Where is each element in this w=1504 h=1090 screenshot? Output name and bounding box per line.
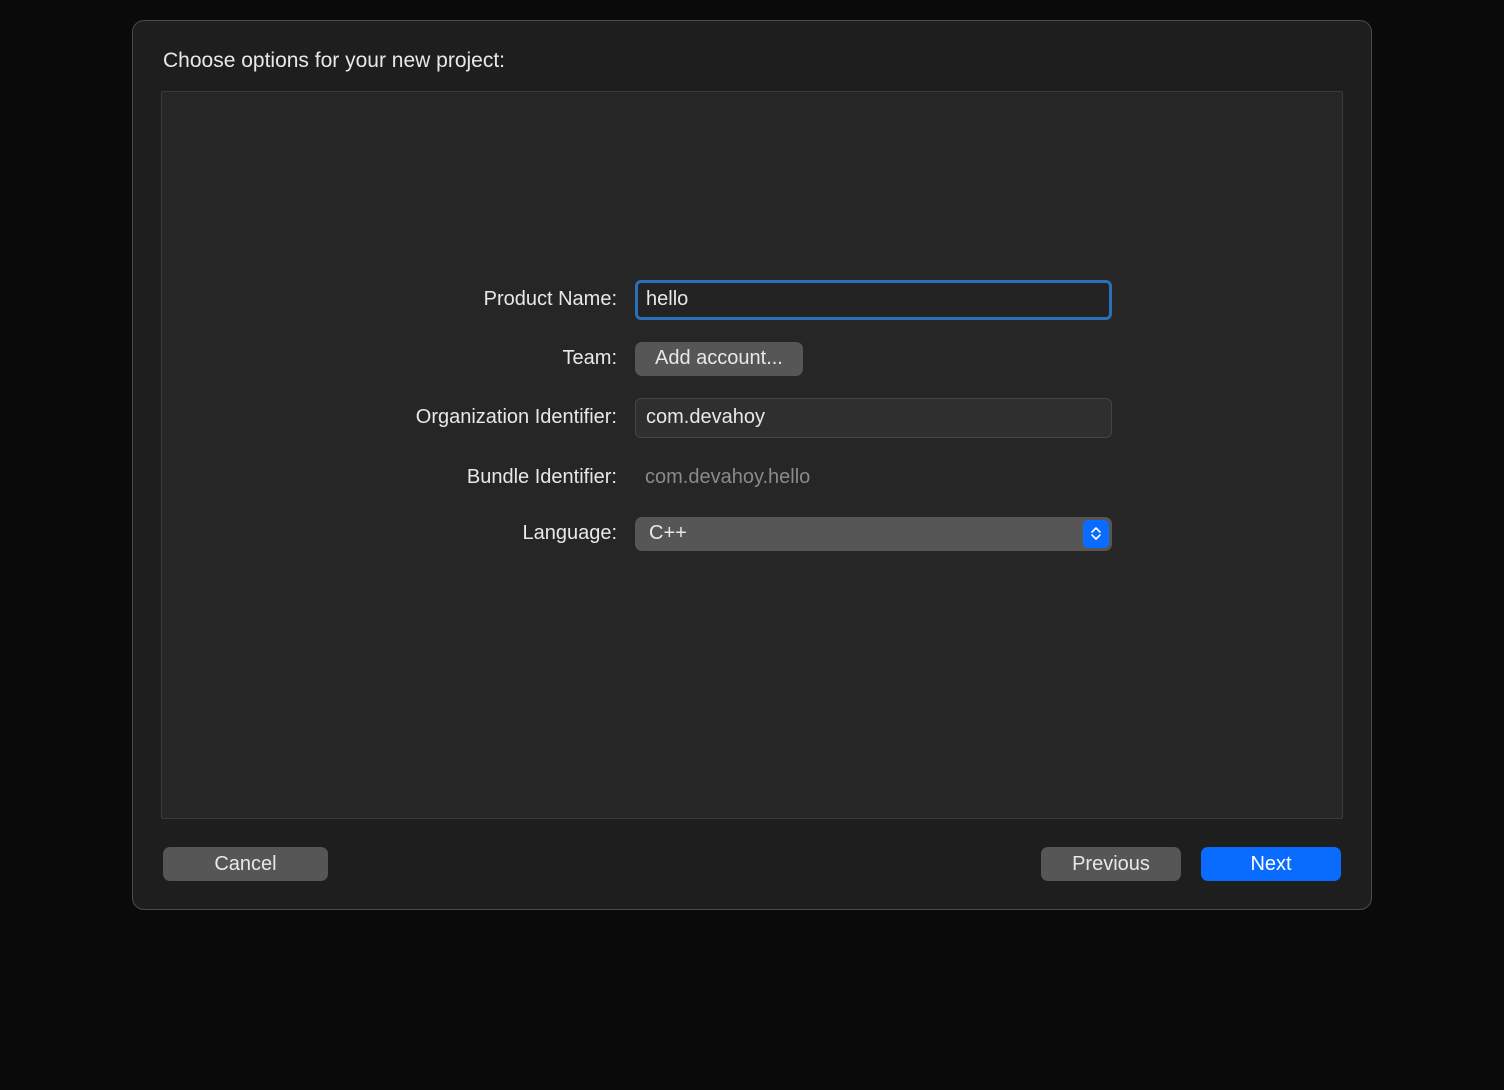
previous-button[interactable]: Previous xyxy=(1041,847,1181,881)
org-identifier-control xyxy=(635,398,1112,438)
language-select-value: C++ xyxy=(635,522,1083,545)
next-button[interactable]: Next xyxy=(1201,847,1341,881)
org-identifier-row: Organization Identifier: xyxy=(392,398,1112,438)
bundle-identifier-row: Bundle Identifier: com.devahoy.hello xyxy=(392,460,1112,495)
org-identifier-label: Organization Identifier: xyxy=(392,406,617,429)
org-identifier-input[interactable] xyxy=(635,398,1112,438)
product-name-row: Product Name: xyxy=(392,280,1112,320)
language-select[interactable]: C++ xyxy=(635,517,1112,551)
language-control: C++ xyxy=(635,517,1112,551)
team-control: Add account... xyxy=(635,342,1112,376)
updown-arrows-icon xyxy=(1083,520,1109,548)
bundle-identifier-control: com.devahoy.hello xyxy=(635,460,1112,495)
product-name-input[interactable] xyxy=(635,280,1112,320)
language-label: Language: xyxy=(392,522,617,545)
team-label: Team: xyxy=(392,347,617,370)
bundle-identifier-value: com.devahoy.hello xyxy=(635,460,820,495)
bundle-identifier-label: Bundle Identifier: xyxy=(392,466,617,489)
team-row: Team: Add account... xyxy=(392,342,1112,376)
add-account-button[interactable]: Add account... xyxy=(635,342,803,376)
dialog-title: Choose options for your new project: xyxy=(161,49,1343,73)
footer-right-group: Previous Next xyxy=(1041,847,1341,881)
cancel-button[interactable]: Cancel xyxy=(163,847,328,881)
project-options-form: Product Name: Team: Add account... Organ… xyxy=(392,280,1112,551)
dialog-footer: Cancel Previous Next xyxy=(161,847,1343,881)
new-project-options-dialog: Choose options for your new project: Pro… xyxy=(132,20,1372,910)
language-row: Language: C++ xyxy=(392,517,1112,551)
content-area: Product Name: Team: Add account... Organ… xyxy=(161,91,1343,819)
product-name-control xyxy=(635,280,1112,320)
product-name-label: Product Name: xyxy=(392,288,617,311)
